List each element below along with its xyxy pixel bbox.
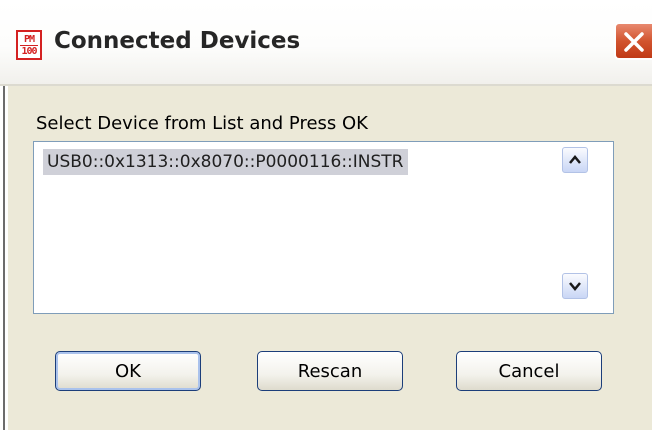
scroll-down-button[interactable]	[562, 273, 588, 299]
chevron-up-icon	[569, 155, 581, 164]
dialog-window: PM 100 Connected Devices Select Device f…	[0, 0, 652, 430]
app-icon-top-text: PM	[23, 33, 35, 45]
close-x-icon	[624, 32, 644, 52]
window-title: Connected Devices	[54, 28, 301, 54]
chevron-down-icon	[569, 282, 581, 291]
close-button[interactable]	[614, 22, 652, 60]
title-bar-divider	[0, 84, 652, 86]
cancel-button[interactable]: Cancel	[456, 351, 602, 391]
window-frame-left	[0, 86, 8, 430]
app-icon-bottom-text: 100	[21, 45, 37, 57]
scroll-up-button[interactable]	[562, 147, 588, 173]
list-item-device[interactable]: USB0::0x1313::0x8070::P0000116::INSTR	[43, 149, 408, 175]
title-bar[interactable]: PM 100 Connected Devices	[0, 0, 652, 84]
ok-button[interactable]: OK	[55, 351, 201, 391]
rescan-button[interactable]: Rescan	[257, 351, 403, 391]
app-icon: PM 100	[16, 30, 42, 60]
device-listbox[interactable]: USB0::0x1313::0x8070::P0000116::INSTR	[33, 141, 614, 314]
instruction-label: Select Device from List and Press OK	[36, 113, 368, 134]
